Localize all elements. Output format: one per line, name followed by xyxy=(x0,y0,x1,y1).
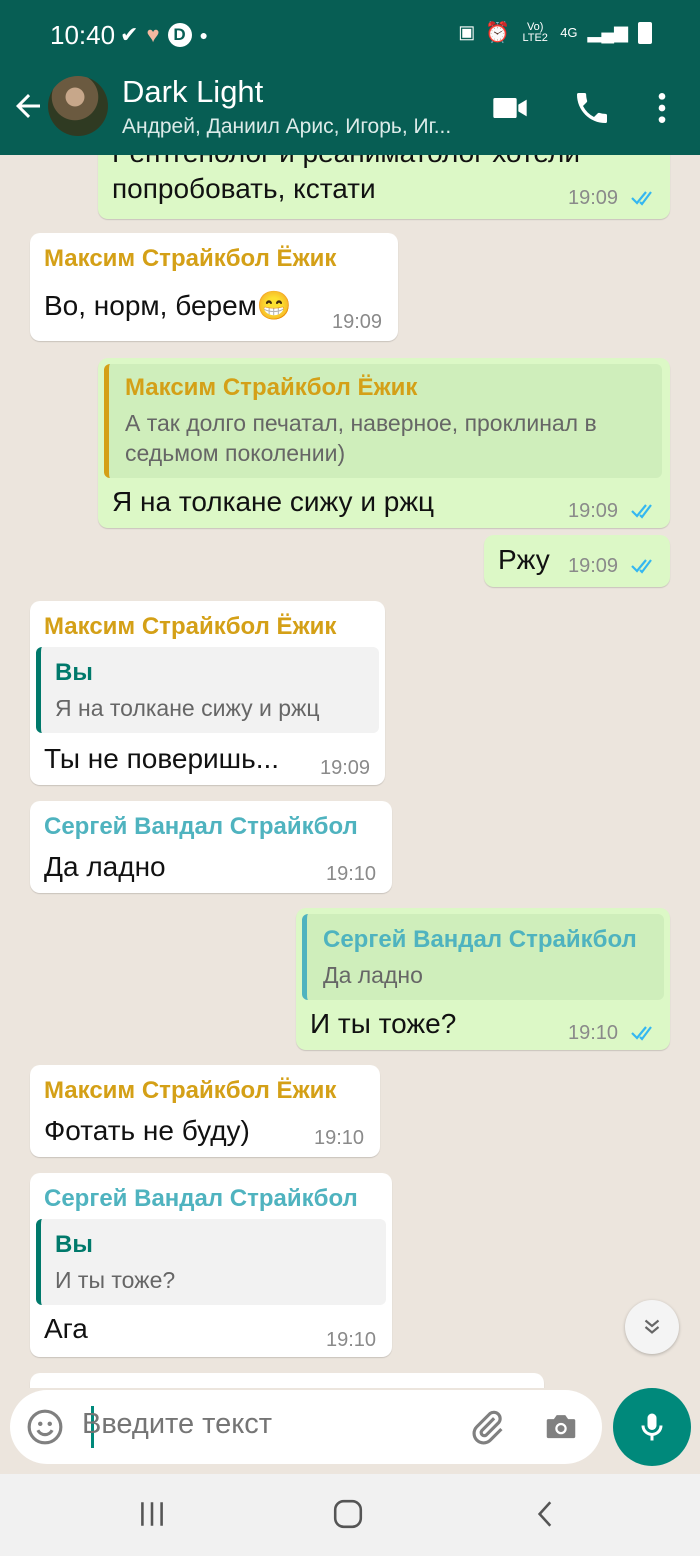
message-composer xyxy=(10,1390,602,1464)
message-time: 19:10 xyxy=(314,1127,365,1149)
quoted-text: Да ладно xyxy=(323,962,423,988)
status-bar: 10:40 ✔ ♥ D ● ▣ ⏰ Vo) LTE2 4G ▂▄▆ xyxy=(0,0,700,60)
message-outgoing[interactable]: Ржу 19:09 xyxy=(484,535,670,587)
double-chevron-down-icon xyxy=(644,1319,660,1334)
message-input[interactable] xyxy=(82,1408,452,1441)
message-time: 19:09 xyxy=(568,555,619,577)
message-outgoing[interactable]: Рентгенолог и реаниматолог хотели попроб… xyxy=(98,155,670,219)
read-receipt-icon xyxy=(631,191,652,206)
quoted-sender: Сергей Вандал Страйкбол xyxy=(323,926,637,953)
voice-message-button[interactable] xyxy=(613,1388,691,1466)
group-avatar[interactable] xyxy=(48,76,108,136)
message-text: Ага xyxy=(44,1313,88,1344)
message-text: Ржу xyxy=(498,544,550,575)
camera-icon[interactable] xyxy=(542,1408,580,1446)
sender-name[interactable]: Сергей Вандал Страйкбол xyxy=(44,1185,358,1213)
attach-icon[interactable] xyxy=(468,1408,506,1446)
chat-participants[interactable]: Андрей, Даниил Арис, Игорь, Иг... xyxy=(122,115,451,139)
message-text: Ты не поверишь... xyxy=(44,743,280,774)
back-icon[interactable] xyxy=(530,1498,562,1530)
network-label: 4G xyxy=(560,25,578,40)
alarm-icon: ⏰ xyxy=(485,22,511,44)
read-receipt-icon xyxy=(631,504,652,519)
battery-icon xyxy=(638,21,652,44)
message-text: Фотать не буду) xyxy=(44,1115,250,1146)
message-text: попробовать, кстати xyxy=(112,173,376,204)
message-time: 19:09 xyxy=(332,311,383,333)
chat-header: Dark Light Андрей, Даниил Арис, Игорь, И… xyxy=(0,60,700,155)
message-incoming-partial[interactable] xyxy=(30,1373,544,1388)
message-incoming[interactable]: Максим Страйкбол Ёжик Фотать не буду) 19… xyxy=(30,1065,380,1157)
quoted-text: А так долго печатал, наверное, проклинал… xyxy=(125,410,597,466)
quoted-text: Я на толкане сижу и ржц xyxy=(55,695,320,721)
message-outgoing[interactable]: Максим Страйкбол Ёжик А так долго печата… xyxy=(98,358,670,528)
check-icon: ✔ xyxy=(120,22,139,47)
chat-messages[interactable]: Рентгенолог и реаниматолог хотели попроб… xyxy=(0,155,700,1388)
message-time: 19:10 xyxy=(568,1022,619,1044)
home-icon[interactable] xyxy=(332,1498,364,1530)
quoted-sender: Вы xyxy=(55,1231,93,1258)
message-time: 19:09 xyxy=(568,500,619,522)
dot-icon: ● xyxy=(199,27,208,43)
heart-icon: ♥ xyxy=(146,22,160,47)
message-time: 19:10 xyxy=(326,863,377,885)
message-text: И ты тоже? xyxy=(310,1008,457,1039)
quoted-sender: Максим Страйкбол Ёжик xyxy=(125,374,418,401)
scroll-to-bottom-button[interactable] xyxy=(625,1300,679,1354)
sender-name[interactable]: Максим Страйкбол Ёжик xyxy=(44,613,336,641)
back-arrow-icon[interactable] xyxy=(10,88,46,124)
microphone-icon xyxy=(641,1413,663,1441)
app-d-icon: D xyxy=(167,23,192,47)
message-time: 19:09 xyxy=(568,187,619,209)
quoted-message[interactable]: Вы Я на толкане сижу и ржц xyxy=(36,647,379,733)
more-options-icon[interactable] xyxy=(642,88,682,128)
message-text: Во, норм, берем😁 xyxy=(44,290,292,321)
video-call-icon[interactable] xyxy=(490,88,530,128)
message-time: 19:10 xyxy=(326,1329,377,1351)
lte-label: Vo) LTE2 xyxy=(522,20,548,44)
message-incoming[interactable]: Максим Страйкбол Ёжик Вы Я на толкане си… xyxy=(30,601,385,785)
message-text: Да ладно xyxy=(44,851,166,882)
battery-saver-icon: ▣ xyxy=(458,22,476,42)
quoted-text: И ты тоже? xyxy=(55,1267,176,1293)
status-time: 10:40 xyxy=(50,20,116,50)
phone-call-icon[interactable] xyxy=(572,88,612,128)
message-time: 19:09 xyxy=(320,757,371,779)
quoted-message[interactable]: Максим Страйкбол Ёжик А так долго печата… xyxy=(104,364,662,478)
message-incoming[interactable]: Сергей Вандал Страйкбол Вы И ты тоже? Аг… xyxy=(30,1173,392,1357)
sender-name[interactable]: Сергей Вандал Страйкбол xyxy=(44,813,358,841)
message-text: Я на толкане сижу и ржц xyxy=(112,486,435,517)
signal-icon: ▂▄▆ xyxy=(587,22,628,42)
emoji-icon[interactable] xyxy=(26,1408,64,1446)
chat-title[interactable]: Dark Light xyxy=(122,74,263,110)
status-right-icons: ▣ ⏰ Vo) LTE2 4G ▂▄▆ xyxy=(458,20,652,45)
quoted-sender: Вы xyxy=(55,659,93,686)
message-outgoing[interactable]: Сергей Вандал Страйкбол Да ладно И ты то… xyxy=(296,908,670,1050)
message-text: Рентгенолог и реаниматолог хотели xyxy=(112,155,580,169)
message-incoming[interactable]: Сергей Вандал Страйкбол Да ладно 19:10 xyxy=(30,801,392,893)
sender-name[interactable]: Максим Страйкбол Ёжик xyxy=(44,1077,336,1105)
read-receipt-icon xyxy=(631,1026,652,1041)
status-notification-icons: ✔ ♥ D ● xyxy=(120,22,208,48)
read-receipt-icon xyxy=(631,559,652,574)
quoted-message[interactable]: Сергей Вандал Страйкбол Да ладно xyxy=(302,914,664,1000)
quoted-message[interactable]: Вы И ты тоже? xyxy=(36,1219,386,1305)
system-nav-bar xyxy=(0,1474,700,1556)
sender-name[interactable]: Максим Страйкбол Ёжик xyxy=(44,245,336,273)
message-incoming[interactable]: Максим Страйкбол Ёжик Во, норм, берем😁 1… xyxy=(30,233,398,341)
recent-apps-icon[interactable] xyxy=(136,1498,168,1530)
